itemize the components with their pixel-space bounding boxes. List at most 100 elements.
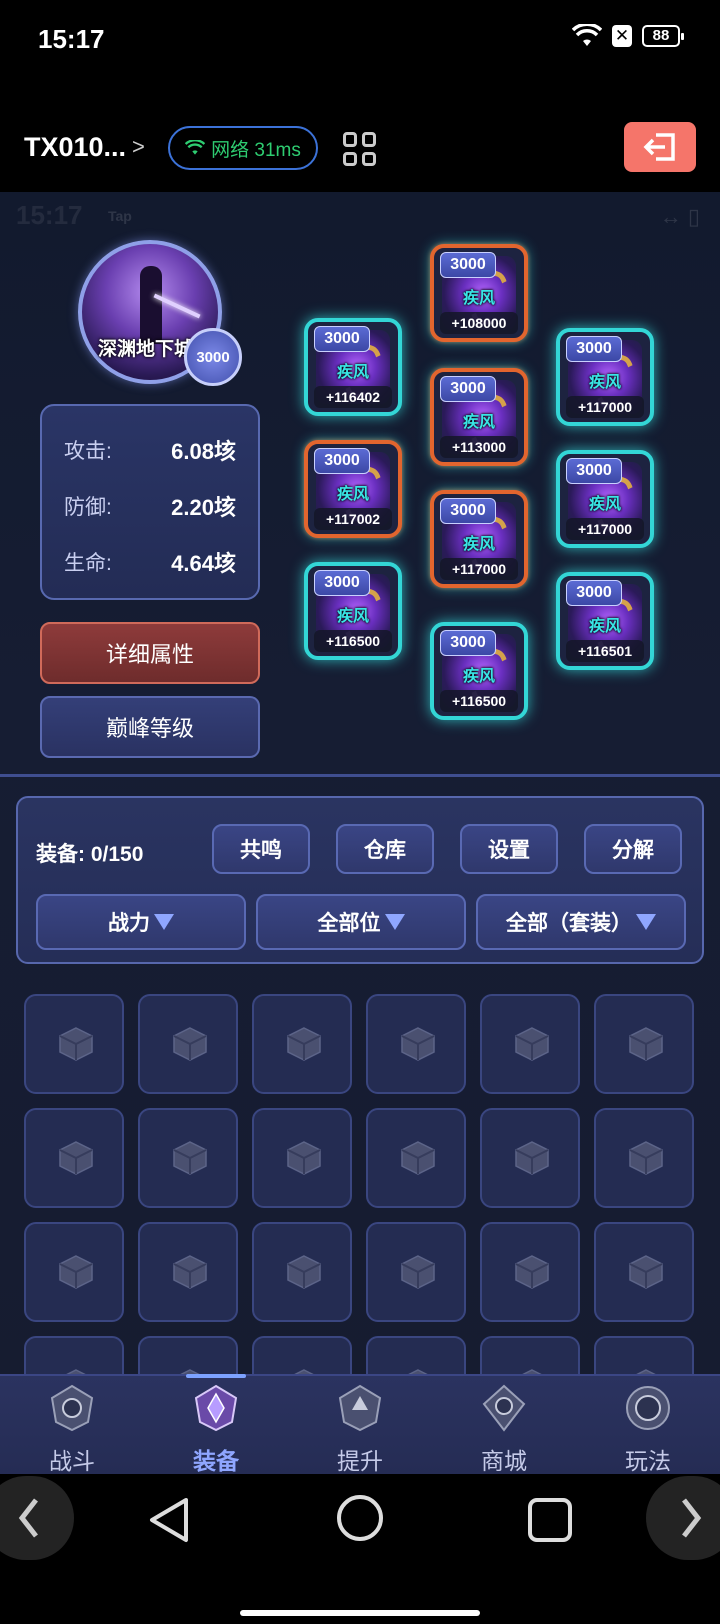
slot-filter-dropdown[interactable]: 全部位	[256, 894, 466, 950]
home-button[interactable]	[334, 1492, 386, 1544]
inventory-cell[interactable]	[138, 994, 238, 1094]
inventory-cell[interactable]	[252, 1222, 352, 1322]
empty-box-icon	[59, 1255, 93, 1289]
stat-label: 防御:	[64, 496, 112, 519]
empty-box-icon	[173, 1027, 207, 1061]
inventory-cell[interactable]	[366, 1108, 466, 1208]
battle-emblem-icon	[50, 1384, 94, 1432]
inventory-cell[interactable]	[24, 994, 124, 1094]
dismantle-button[interactable]: 分解	[584, 824, 682, 874]
slot-level: 3000	[566, 336, 622, 362]
wifi-icon	[572, 24, 602, 48]
equipment-slot[interactable]: 3000 疾风 +116500	[430, 622, 528, 720]
upgrade-emblem-icon	[338, 1384, 382, 1432]
inventory-count: 装备: 0/150	[36, 843, 144, 866]
empty-box-icon	[173, 1141, 207, 1175]
equipment-slot[interactable]: 3000 疾风 +117000	[430, 490, 528, 588]
sys-prev-button[interactable]	[0, 1476, 74, 1560]
equipment-slot[interactable]: 3000 疾风 +116402	[304, 318, 402, 416]
inventory-cell[interactable]	[594, 1108, 694, 1208]
system-nav-bar	[0, 1474, 720, 1624]
inventory-panel: 装备: 0/150 共鸣 仓库 设置 分解 战力 全部位 全部（套装）	[16, 796, 704, 964]
gameplay-emblem-icon	[626, 1386, 670, 1430]
equipment-slot[interactable]: 3000 疾风 +116501	[556, 572, 654, 670]
slot-bonus: +117000	[566, 518, 644, 540]
empty-box-icon	[515, 1255, 549, 1289]
equipment-slot[interactable]: 3000 疾风 +116500	[304, 562, 402, 660]
stat-attack: 攻击: 6.08垓	[64, 422, 236, 478]
inventory-cell[interactable]	[594, 994, 694, 1094]
resonance-button[interactable]: 共鸣	[212, 824, 310, 874]
grid-menu-icon[interactable]	[343, 132, 377, 166]
empty-box-icon	[59, 1141, 93, 1175]
player-level-badge: 3000	[184, 328, 242, 386]
inventory-cell[interactable]	[252, 1108, 352, 1208]
sys-next-button[interactable]	[646, 1476, 720, 1560]
warehouse-button[interactable]: 仓库	[336, 824, 434, 874]
back-button[interactable]	[144, 1494, 196, 1546]
chevron-right-icon[interactable]: >	[132, 134, 145, 160]
player-name: 深渊地下城	[98, 339, 194, 360]
nav-upgrade[interactable]: 提升	[288, 1376, 432, 1476]
empty-box-icon	[629, 1027, 663, 1061]
nav-label: 提升	[337, 1448, 383, 1474]
back-triangle-icon	[150, 1498, 188, 1542]
slot-level: 3000	[440, 630, 496, 656]
nav-label: 战斗	[49, 1448, 95, 1474]
inventory-cell[interactable]	[480, 994, 580, 1094]
slot-bonus: +113000	[440, 436, 518, 458]
slot-bonus: +117002	[314, 508, 392, 530]
slot-set-name: 疾风	[462, 414, 495, 431]
peak-level-button[interactable]: 巅峰等级	[40, 696, 260, 758]
dropdown-label: 全部位	[317, 912, 381, 935]
recents-button[interactable]	[524, 1494, 576, 1546]
dropdown-arrow-icon	[636, 914, 656, 930]
network-status[interactable]: 网络 31ms	[168, 126, 318, 170]
slot-bonus: +108000	[440, 312, 518, 334]
empty-box-icon	[401, 1141, 435, 1175]
battery-icon: 88	[642, 25, 684, 47]
equipment-slot[interactable]: 3000 疾风 +117000	[556, 450, 654, 548]
inventory-cell[interactable]	[366, 994, 466, 1094]
set-filter-dropdown[interactable]: 全部（套装）	[476, 894, 686, 950]
app-title[interactable]: TX010...	[24, 132, 126, 163]
stat-label: 生命:	[64, 552, 112, 575]
nav-shop[interactable]: 商城	[432, 1376, 576, 1476]
dropdown-arrow-icon	[154, 914, 174, 930]
nav-label: 商城	[481, 1448, 527, 1474]
inventory-cell[interactable]	[24, 1108, 124, 1208]
equipment-slot[interactable]: 3000 疾风 +117000	[556, 328, 654, 426]
inventory-cell[interactable]	[138, 1108, 238, 1208]
empty-box-icon	[287, 1027, 321, 1061]
equipment-slot[interactable]: 3000 疾风 +117002	[304, 440, 402, 538]
nav-gameplay[interactable]: 玩法	[576, 1376, 720, 1476]
slot-set-name: 疾风	[588, 374, 621, 391]
nav-label: 装备	[193, 1448, 239, 1474]
settings-button[interactable]: 设置	[460, 824, 558, 874]
stat-value: 4.64垓	[171, 551, 236, 576]
inventory-cell[interactable]	[366, 1222, 466, 1322]
equipment-slot[interactable]: 3000 疾风 +108000	[430, 244, 528, 342]
exit-button[interactable]	[624, 122, 696, 172]
inventory-cell[interactable]	[594, 1222, 694, 1322]
status-bar: 15:17 ✕ 88	[0, 0, 720, 80]
inventory-cell[interactable]	[252, 994, 352, 1094]
inventory-cell[interactable]	[480, 1108, 580, 1208]
empty-box-icon	[629, 1255, 663, 1289]
inventory-cell[interactable]	[480, 1222, 580, 1322]
slot-bonus: +116402	[314, 386, 392, 408]
nav-battle[interactable]: 战斗	[0, 1376, 144, 1476]
inventory-cell[interactable]	[138, 1222, 238, 1322]
empty-box-icon	[287, 1255, 321, 1289]
slot-bonus: +117000	[566, 396, 644, 418]
detail-attributes-button[interactable]: 详细属性	[40, 622, 260, 684]
status-time: 15:17	[38, 24, 105, 54]
ghost-status-time: 15:17	[16, 200, 83, 230]
slot-level: 3000	[314, 448, 370, 474]
equipment-emblem-icon	[194, 1384, 238, 1432]
equipment-slot[interactable]: 3000 疾风 +113000	[430, 368, 528, 466]
sort-power-dropdown[interactable]: 战力	[36, 894, 246, 950]
stat-hp: 生命: 4.64垓	[64, 534, 236, 590]
nav-equipment[interactable]: 装备	[144, 1374, 288, 1476]
inventory-cell[interactable]	[24, 1222, 124, 1322]
